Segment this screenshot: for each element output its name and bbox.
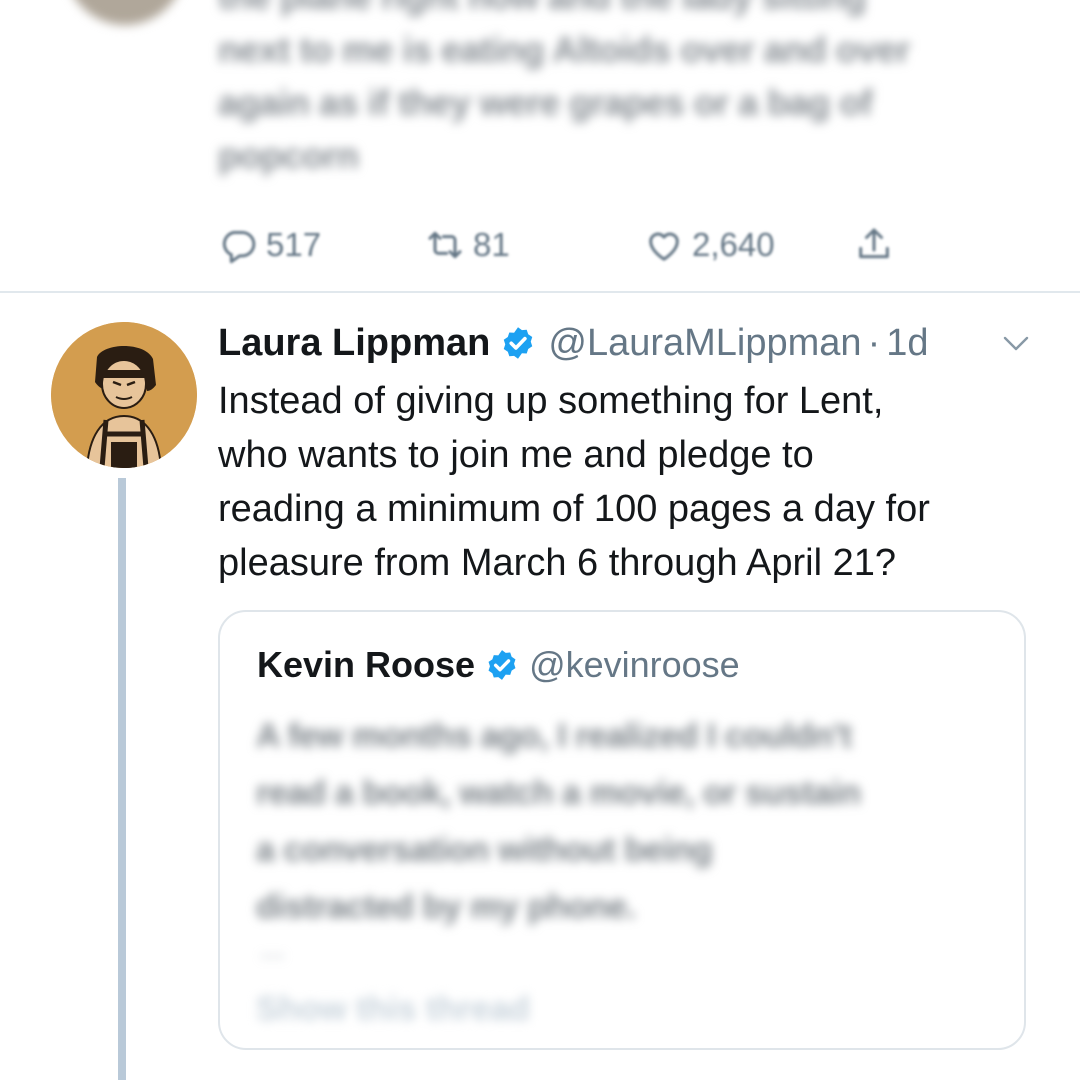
verified-badge-icon xyxy=(488,650,516,680)
previous-tweet-line: next to me is eating Altoids over and ov… xyxy=(218,29,910,70)
previous-tweet-line: popcorn xyxy=(218,135,359,176)
quoted-text-line: A few months ago, I realized I couldn't xyxy=(256,717,852,755)
quoted-tweet-card[interactable]: Kevin Roose @kevinroose A few months ago… xyxy=(218,610,1026,1050)
author-handle[interactable]: @LauraMLippman xyxy=(548,322,861,365)
reply-button[interactable]: 517 xyxy=(218,222,321,268)
avatar-illustration xyxy=(51,322,197,468)
quoted-tweet-header: Kevin Roose @kevinroose xyxy=(257,644,740,686)
tweet-text-line: reading a minimum of 100 pages a day for xyxy=(218,488,930,530)
show-thread-link[interactable]: Show this thread xyxy=(256,990,530,1029)
share-icon xyxy=(859,228,889,259)
verified-badge-icon xyxy=(504,327,533,359)
chevron-down-icon[interactable] xyxy=(1001,333,1031,355)
tweet-divider xyxy=(0,291,1080,293)
retweet-count: 81 xyxy=(473,226,510,263)
reply-icon xyxy=(222,231,256,264)
like-count: 2,640 xyxy=(692,226,775,263)
tweet-text-line: Instead of giving up something for Lent, xyxy=(218,380,884,422)
retweet-button[interactable]: 81 xyxy=(425,222,510,268)
quoted-author-name: Kevin Roose xyxy=(257,644,476,685)
previous-tweet-avatar[interactable] xyxy=(65,0,185,25)
tweet-timestamp[interactable]: 1d xyxy=(886,322,928,365)
tweet-header: Laura Lippman @LauraMLippman · 1d xyxy=(218,320,929,366)
previous-tweet-line: the plane right now and the lady sitting xyxy=(218,0,1018,23)
quoted-text-line: a conversation without being xyxy=(256,831,713,869)
previous-tweet-text: the plane right now and the lady sitting… xyxy=(218,0,1018,182)
reply-count: 517 xyxy=(266,226,322,263)
like-button[interactable]: 2,640 xyxy=(644,222,775,268)
quoted-ellipsis: ... xyxy=(260,932,286,965)
author-avatar[interactable] xyxy=(51,322,197,468)
tweet-text-line: pleasure from March 6 through April 21? xyxy=(218,542,897,584)
share-button[interactable] xyxy=(854,222,902,268)
quoted-tweet-text: A few months ago, I realized I couldn't … xyxy=(256,708,996,936)
quoted-text-line: distracted by my phone. xyxy=(256,888,636,926)
tweet-text-line: who wants to join me and pledge to xyxy=(218,434,814,476)
thread-connector-line xyxy=(118,478,126,1080)
retweet-icon xyxy=(428,231,462,259)
author-name[interactable]: Laura Lippman xyxy=(218,322,490,365)
quoted-text-line: read a book, watch a movie, or sustain xyxy=(256,774,861,812)
header-separator: · xyxy=(867,321,881,364)
like-icon xyxy=(649,232,679,261)
previous-tweet-line: again as if they were grapes or a bag of xyxy=(218,82,873,123)
tweet-text: Instead of giving up something for Lent,… xyxy=(218,374,1038,590)
previous-tweet-actions: 517 81 2,640 xyxy=(0,222,1080,268)
quoted-author-handle: @kevinroose xyxy=(529,644,740,685)
